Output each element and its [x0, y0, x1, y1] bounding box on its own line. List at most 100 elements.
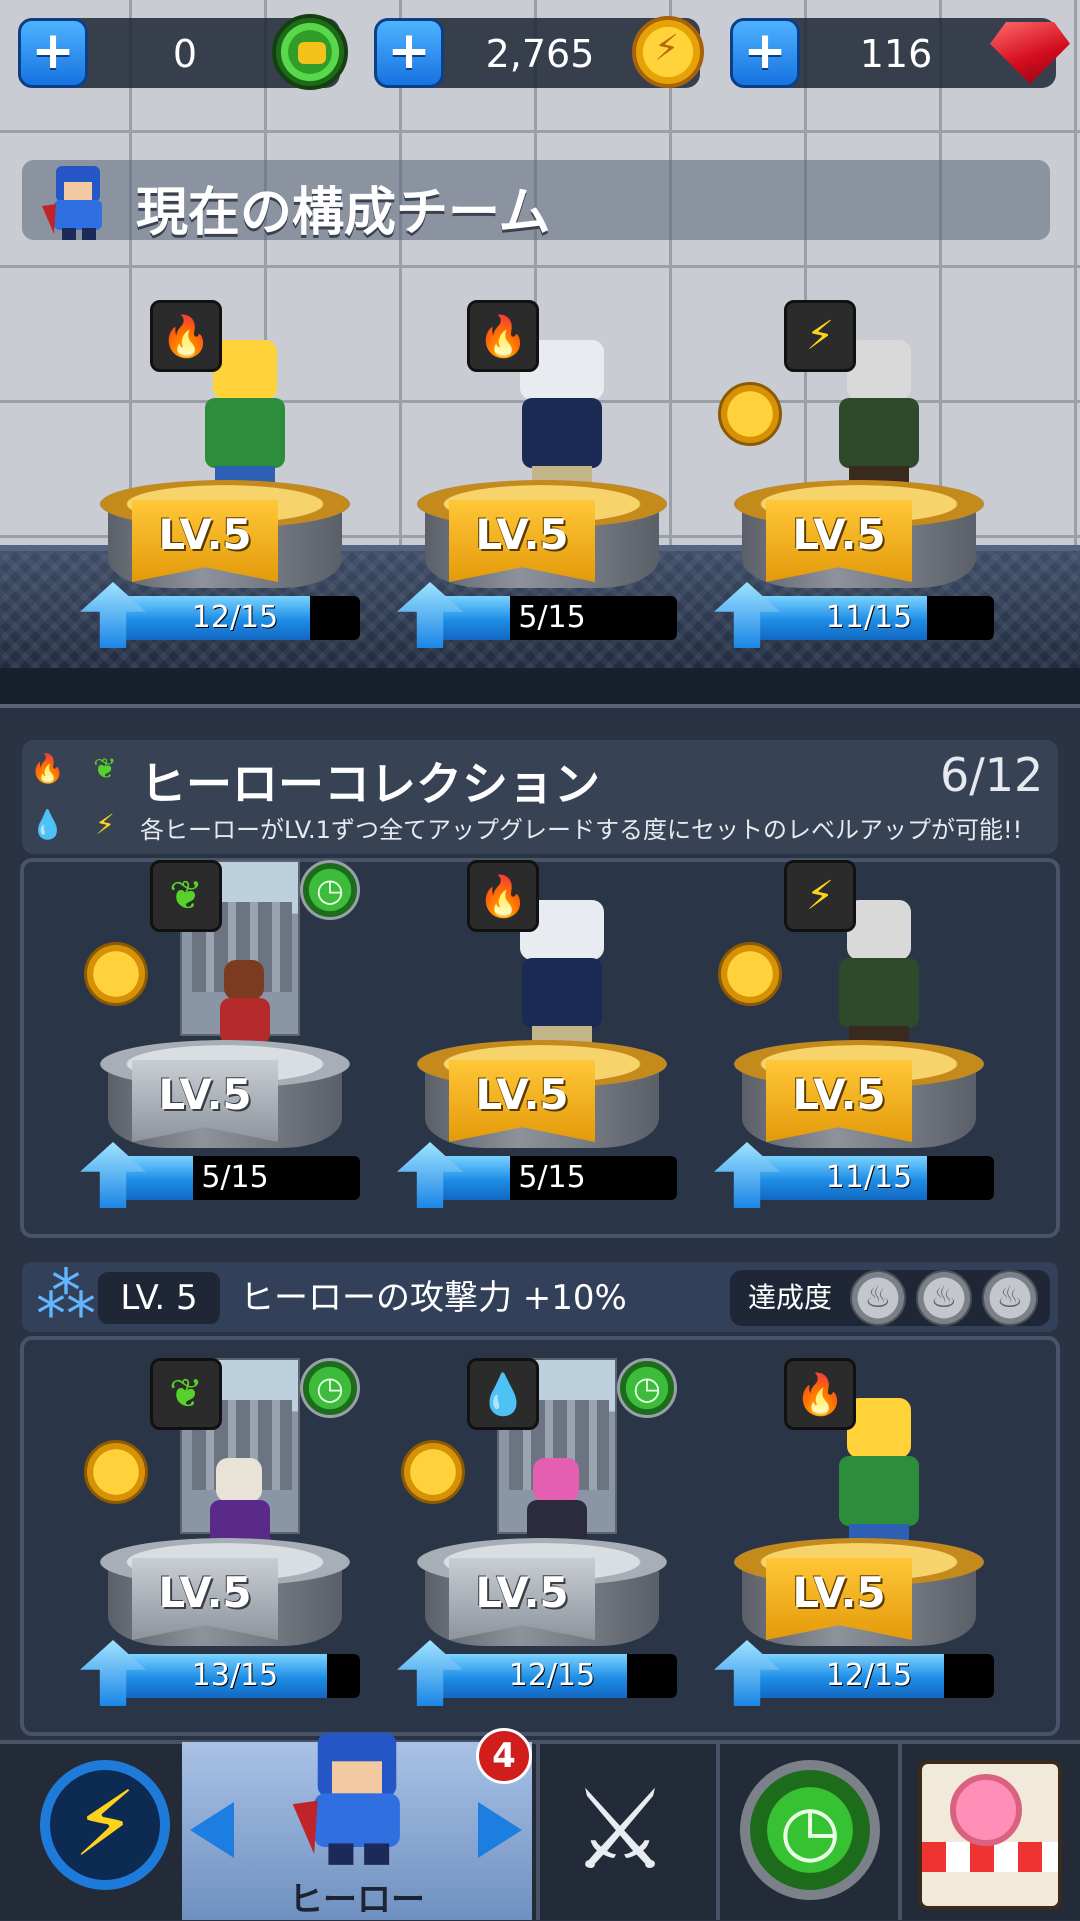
plus-icon: + [31, 21, 75, 81]
clock-icon: ◷ [300, 860, 360, 920]
hero-head [847, 1398, 911, 1458]
collection-title: ヒーローコレクション [140, 757, 600, 811]
hero-head [847, 900, 911, 960]
hero-body [522, 398, 602, 468]
plus-icon: + [387, 21, 431, 81]
upgrade-progress-bar: 5/15 [427, 596, 677, 640]
time-tab-clock-icon[interactable]: ◷ [740, 1760, 880, 1900]
add-coins-button[interactable]: + [374, 18, 444, 88]
progress-text: 11/15 [825, 1160, 913, 1195]
medal-icon [84, 942, 148, 1006]
water-element-icon: 💧 [30, 808, 65, 841]
previous-arrow-button[interactable] [190, 1802, 234, 1858]
collection-hero-card-3[interactable]: ⚡ LV.5 11/15 [714, 860, 1004, 1240]
hero-level: LV.5 [158, 1568, 252, 1617]
collection-description: 各ヒーローがLV.1ずつ全てアップグレードする度にセットのレベルアップが可能!! [140, 816, 1023, 844]
hero-body [205, 398, 285, 468]
fire-element-icon: 🔥 [784, 1358, 856, 1430]
plus-icon: + [743, 21, 787, 81]
progress-text: 12/15 [191, 600, 279, 635]
clock-icon: ◷ [300, 1358, 360, 1418]
upgrade-progress-bar: 5/15 [110, 1156, 360, 1200]
leaf-element-icon: ❦ [150, 860, 222, 932]
hero-body [839, 398, 919, 468]
coin-count: 2,765 [485, 32, 595, 76]
set-level: LV. 5 [98, 1272, 220, 1324]
upgrade-progress-bar: 12/15 [110, 596, 360, 640]
medal-icon [84, 1440, 148, 1504]
nav-divider [898, 1744, 902, 1920]
leaf-element-icon: ❦ [150, 1358, 222, 1430]
progress-text: 5/15 [518, 1160, 586, 1195]
team-hero-card-2[interactable]: 🔥 LV.5 5/15 [397, 300, 687, 680]
fire-element-icon: 🔥 [467, 300, 539, 372]
progress-text: 13/15 [191, 1658, 279, 1693]
hero-level: LV.5 [475, 1568, 569, 1617]
medal-icon [718, 942, 782, 1006]
hero-body [839, 1456, 919, 1526]
hero-tab-avatar-icon [292, 1732, 400, 1865]
upgrade-progress-bar: 11/15 [744, 596, 994, 640]
upgrade-progress-bar: 12/15 [744, 1654, 994, 1698]
hero-level: LV.5 [792, 1568, 886, 1617]
add-tickets-button[interactable]: + [18, 18, 88, 88]
gem-count: 116 [859, 32, 933, 76]
battle-tab-swords-icon[interactable]: ⚔ [540, 1760, 700, 1900]
hero-level: LV.5 [792, 510, 886, 559]
hero-avatar-icon [42, 166, 102, 240]
hero-head [213, 340, 277, 400]
fire-element-icon: 🔥 [30, 752, 65, 785]
coin-icon [632, 16, 704, 88]
shop-tab-donut-icon[interactable] [918, 1760, 1062, 1910]
medal-icon [718, 382, 782, 446]
hero-head [224, 960, 264, 1000]
set-bonus-text: ヒーローの攻撃力 +10% [240, 1278, 627, 1318]
achievement-badge-icon[interactable]: ♨ [916, 1270, 972, 1326]
leaf-element-icon: ❦ [93, 752, 117, 785]
upgrade-progress-bar: 13/15 [110, 1654, 360, 1698]
add-gems-button[interactable]: + [730, 18, 800, 88]
thunder-element-icon: ⚡ [784, 860, 856, 932]
team-title: 現在の構成チーム [136, 183, 551, 243]
ticket-icon [272, 14, 348, 90]
team-hero-card-1[interactable]: 🔥 LV.5 12/15 [80, 300, 370, 680]
set-hero-card-2[interactable]: 💧 ◷ LV.5 12/15 [397, 1358, 687, 1738]
team-hero-card-3[interactable]: ⚡ LV.5 11/15 [714, 300, 1004, 680]
upgrade-progress-bar: 11/15 [744, 1156, 994, 1200]
tab-heroes-label: ヒーロー [289, 1880, 425, 1920]
clock-icon: ◷ [617, 1358, 677, 1418]
progress-text: 11/15 [825, 600, 913, 635]
next-arrow-button[interactable] [478, 1802, 522, 1858]
skill-tab-lightning-icon[interactable]: ⚡ [40, 1760, 170, 1890]
thunder-element-icon: ⚡ [95, 808, 115, 841]
set-level-icon: ⁂ [36, 1261, 96, 1331]
set-hero-card-1[interactable]: ❦ ◷ LV.5 13/15 [80, 1358, 370, 1738]
achievement-badge-icon[interactable]: ♨ [982, 1270, 1038, 1326]
fire-element-icon: 🔥 [467, 860, 539, 932]
hero-body [522, 958, 602, 1028]
upgrade-progress-bar: 12/15 [427, 1654, 677, 1698]
progress-text: 12/15 [825, 1658, 913, 1693]
progress-text: 5/15 [201, 1160, 269, 1195]
upgrade-progress-bar: 5/15 [427, 1156, 677, 1200]
achievement-badge-icon[interactable]: ♨ [850, 1270, 906, 1326]
hero-level: LV.5 [158, 1070, 252, 1119]
collection-count: 6/12 [940, 748, 1044, 802]
hero-head [847, 340, 911, 400]
collection-hero-card-2[interactable]: 🔥 LV.5 5/15 [397, 860, 687, 1240]
hero-level: LV.5 [792, 1070, 886, 1119]
water-element-icon: 💧 [467, 1358, 539, 1430]
hero-head [533, 1458, 579, 1502]
progress-text: 5/15 [518, 600, 586, 635]
collection-hero-card-1[interactable]: ❦ ◷ LV.5 5/15 [80, 860, 370, 1240]
hero-head [216, 1458, 262, 1502]
achievement-label: 達成度 [748, 1281, 833, 1314]
ticket-count: 0 [172, 32, 198, 76]
fire-element-icon: 🔥 [150, 300, 222, 372]
hero-body [839, 958, 919, 1028]
set-hero-card-3[interactable]: 🔥 LV.5 12/15 [714, 1358, 1004, 1738]
notification-badge: 4 [476, 1728, 532, 1784]
thunder-element-icon: ⚡ [784, 300, 856, 372]
hero-body [220, 998, 270, 1044]
hero-level: LV.5 [475, 1070, 569, 1119]
